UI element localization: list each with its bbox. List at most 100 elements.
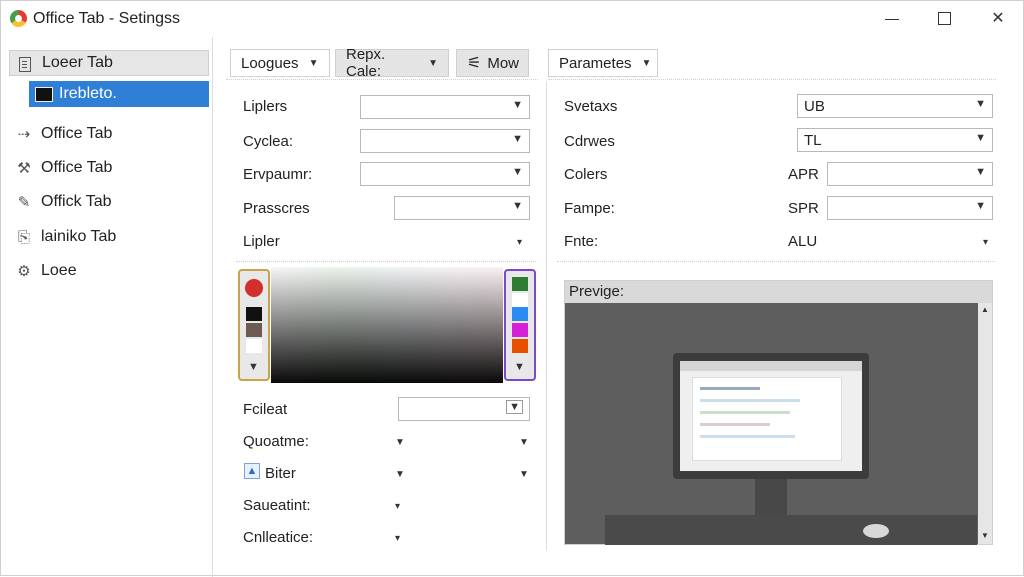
sidebar-item-label: Loeer Tab xyxy=(42,54,113,71)
repx-cale-label: Repx. Cale: xyxy=(346,46,386,80)
saueatint-label: Saueatint: xyxy=(243,497,311,514)
cyclea-label: Cyclea: xyxy=(243,133,294,150)
sidebar-item-offick-tab[interactable]: ✎ Offick Tab xyxy=(9,189,209,215)
sidebar-item-label: Loee xyxy=(41,262,77,279)
color-swatch-blue[interactable] xyxy=(512,307,528,321)
sidebar-item-loee[interactable]: ⚙ Loee xyxy=(9,258,209,284)
sidebar-item-lainiko-tab[interactable]: ⎘ lainiko Tab xyxy=(9,224,209,250)
saueatint-arrow[interactable]: ▾ xyxy=(395,501,400,512)
fcileat-select[interactable]: ▼ xyxy=(398,397,530,421)
ervpaumr-select[interactable]: ▼ xyxy=(360,162,530,186)
cnlleatice-label: Cnlleatice: xyxy=(243,529,314,546)
mow-label: Mow xyxy=(487,54,520,72)
sidebar-item-label: Office Tab xyxy=(41,159,113,176)
scroll-down-icon[interactable]: ▼ xyxy=(514,361,525,373)
chevron-down-icon: ▼ xyxy=(975,166,986,178)
sliders-icon: ⚟ xyxy=(467,55,482,72)
loogues-dropdown[interactable]: Loogues ▼ xyxy=(230,49,330,77)
document-icon xyxy=(16,55,34,73)
biter-label: Biter xyxy=(265,465,296,482)
fcileat-label: Fcileat xyxy=(243,401,288,418)
sidebar-item-loeer-tab[interactable]: Loeer Tab xyxy=(9,50,209,76)
scroll-down-icon[interactable]: ▼ xyxy=(248,361,259,373)
pen-icon: ✎ xyxy=(17,194,31,211)
cyclea-select[interactable]: ▼ xyxy=(360,129,530,153)
scroll-down-icon[interactable]: ▼ xyxy=(981,531,989,540)
prasscres-select[interactable]: ▼ xyxy=(394,196,530,220)
color-swatch-green[interactable] xyxy=(512,277,528,291)
page-icon: ⎘ xyxy=(17,228,30,246)
sidebar: Loeer Tab Irebleto. ⇢ Office Tab ⚒ Offic… xyxy=(1,37,213,577)
desk xyxy=(605,515,977,545)
fnte-value: ALU xyxy=(788,233,818,250)
liplers-select[interactable]: ▼ xyxy=(360,95,530,119)
color-swatch-brown[interactable] xyxy=(246,323,262,337)
sidebar-item-label: Offick Tab xyxy=(41,193,112,210)
sidebar-item-office-tab-2[interactable]: ⚒ Office Tab xyxy=(9,155,209,181)
fnte-label: Fnte: xyxy=(564,233,599,250)
chevron-down-icon: ▼ xyxy=(512,200,523,212)
arrow-branch-icon: ⇢ xyxy=(17,126,31,143)
maximize-button[interactable] xyxy=(929,5,959,31)
ervpaumr-label: Ervpaumr: xyxy=(243,166,313,183)
chevron-down-icon: ▼ xyxy=(512,133,523,145)
minimize-icon xyxy=(885,18,899,20)
parameters-dropdown[interactable]: Parametes ▼ xyxy=(548,49,658,77)
color-swatch-column-right: ▼ xyxy=(504,269,536,381)
chevron-down-icon: ▼ xyxy=(506,400,523,414)
repx-cale-dropdown[interactable]: Repx. Cale: ▼ xyxy=(335,46,449,80)
svetaxs-select[interactable]: UB ▼ xyxy=(797,94,993,118)
quoatme-arrow[interactable]: ▼ xyxy=(395,437,405,448)
color-swatch-black[interactable] xyxy=(246,307,262,321)
mow-button[interactable]: ⚟ Mow xyxy=(456,49,529,77)
window-title: Office Tab - Setingss xyxy=(33,10,181,27)
biter-checkbox-icon[interactable]: ▲ xyxy=(244,463,260,479)
biter-arrow[interactable]: ▼ xyxy=(395,469,405,480)
close-button[interactable]: ✕ xyxy=(983,5,1013,31)
loogues-label: Loogues xyxy=(241,54,299,72)
window-icon xyxy=(35,85,53,103)
divider xyxy=(226,79,538,80)
divider xyxy=(236,261,536,262)
color-swatch-white-2[interactable] xyxy=(512,293,528,307)
color-swatch-red[interactable] xyxy=(245,279,263,297)
quoatme-arrow-2[interactable]: ▼ xyxy=(519,437,529,448)
scroll-up-icon[interactable]: ▲ xyxy=(981,305,989,314)
lipler-dropdown-arrow[interactable]: ▾ xyxy=(517,237,522,248)
chevron-down-icon: ▼ xyxy=(512,99,523,111)
svetaxs-label: Svetaxs xyxy=(564,98,618,115)
sidebar-item-label: Irebleto. xyxy=(59,85,117,102)
liplers-label: Liplers xyxy=(243,98,288,115)
chevron-down-icon: ▼ xyxy=(975,98,986,110)
gear-icon: ⚙ xyxy=(17,263,31,280)
biter-arrow-2[interactable]: ▼ xyxy=(519,469,529,480)
parameters-label: Parametes xyxy=(559,54,632,72)
minimize-button[interactable] xyxy=(877,5,907,31)
preview-title: Previge: xyxy=(565,281,992,303)
colers-label: Colers xyxy=(564,166,608,183)
color-swatch-column-left: ▼ xyxy=(238,269,270,381)
cdrwes-value: TL xyxy=(804,132,822,149)
sidebar-item-office-tab-1[interactable]: ⇢ Office Tab xyxy=(9,121,209,147)
fnte-dropdown-arrow[interactable]: ▾ xyxy=(983,237,988,248)
chevron-down-icon: ▼ xyxy=(428,57,438,69)
close-icon: ✕ xyxy=(991,10,1005,27)
chevron-down-icon: ▼ xyxy=(512,166,523,178)
color-swatch-orange[interactable] xyxy=(512,339,528,353)
svetaxs-value: UB xyxy=(804,98,825,115)
maximize-icon xyxy=(937,11,951,25)
color-spectrum[interactable] xyxy=(271,267,503,383)
preview-scrollbar[interactable]: ▲ ▼ xyxy=(978,303,992,544)
chevron-down-icon: ▼ xyxy=(308,57,319,69)
sidebar-item-irebleto[interactable]: Irebleto. xyxy=(29,81,209,107)
monitor-screen xyxy=(680,361,862,471)
fampe-select[interactable]: ▼ xyxy=(827,196,993,220)
divider xyxy=(548,79,996,80)
mouse-image xyxy=(863,524,889,538)
colers-select[interactable]: ▼ xyxy=(827,162,993,186)
cnlleatice-arrow[interactable]: ▾ xyxy=(395,533,400,544)
cdrwes-select[interactable]: TL ▼ xyxy=(797,128,993,152)
colers-prefix: APR xyxy=(788,166,819,183)
color-swatch-white[interactable] xyxy=(246,339,262,353)
color-swatch-magenta[interactable] xyxy=(512,323,528,337)
